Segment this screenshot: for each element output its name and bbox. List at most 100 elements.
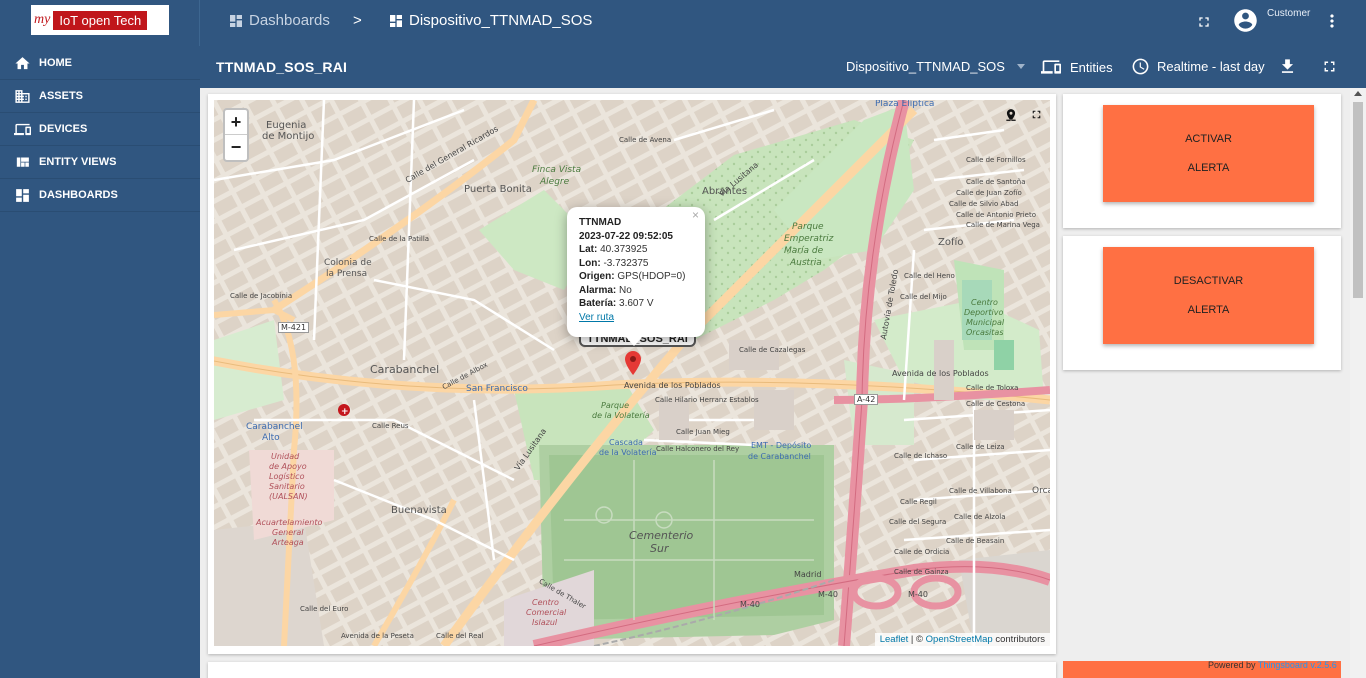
map-label: Avenida de la Peseta <box>341 632 414 640</box>
map-label: Calle de Antonio Prieto <box>956 211 1036 219</box>
map-label: M-421 <box>278 322 310 333</box>
scroll-thumb[interactable] <box>1353 102 1363 298</box>
map-label: Eugenia <box>266 120 307 131</box>
devices-icon <box>1041 60 1061 74</box>
map-label: Calle de Santoña <box>966 178 1026 186</box>
map-attribution: Leaflet | © OpenStreetMap contributors <box>874 633 1050 646</box>
activate-alert-button[interactable]: ACTIVAR ALERTA <box>1103 105 1314 202</box>
popup-close-button[interactable]: × <box>692 208 699 223</box>
chevron-down-icon <box>1016 64 1025 69</box>
breadcrumb-label: Dispositivo_TTNMAD_SOS <box>409 12 593 29</box>
map-label: San Francisco <box>466 384 528 394</box>
location-pin-icon[interactable] <box>1004 108 1018 122</box>
logo-tag: IoT open Tech <box>53 10 148 30</box>
popup-route-link[interactable]: Ver ruta <box>579 312 614 323</box>
map-label: M-40 <box>908 590 928 599</box>
map-label: de Carabanchel <box>748 452 811 461</box>
dashboard-icon <box>230 14 242 27</box>
map[interactable]: + Plaza Elíptica Eugenia de Montijo Puer… <box>214 100 1050 646</box>
map-label: M-40 <box>818 590 838 599</box>
fullscreen-icon[interactable] <box>1196 14 1212 30</box>
button-label: ALERTA <box>1187 162 1230 174</box>
logo-area: my IoT open Tech <box>0 0 200 46</box>
map-label: Calle de Ichaso <box>894 452 948 460</box>
scroll-up-arrow-icon[interactable] <box>1354 91 1362 96</box>
entity-alias-select[interactable]: Dispositivo_TTNMAD_SOS <box>846 59 1025 74</box>
zoom-in-button[interactable]: + <box>225 110 247 135</box>
timewindow-label: Realtime - last day <box>1157 59 1265 74</box>
map-label: Puerta Bonita <box>464 184 532 195</box>
map-label: Parque <box>792 222 824 232</box>
bottom-widget <box>208 662 1056 678</box>
user-role: Customer <box>1267 8 1311 19</box>
map-label: Emperatriz <box>784 234 834 244</box>
map-label: EMT - Depósito <box>751 441 812 450</box>
sidebar-item-home[interactable]: HOME <box>0 47 200 80</box>
popup-lon-value: -3.732375 <box>603 257 649 269</box>
map-label: Arteaga <box>272 538 304 547</box>
map-label: General <box>272 528 304 537</box>
map-label: Calle de Avena <box>619 136 672 144</box>
map-label: Calle de Jacobinia <box>230 292 293 300</box>
breadcrumb-current: Dispositivo_TTNMAD_SOS <box>388 12 592 29</box>
map-label: Municipal <box>966 318 1005 327</box>
popup-alarm-value: No <box>619 284 632 296</box>
map-label: Cementerio <box>629 529 694 542</box>
fullscreen-icon[interactable] <box>1030 108 1043 121</box>
map-label: Calle del Heno <box>904 272 955 280</box>
entities-button[interactable]: Entities <box>1041 57 1113 77</box>
logo-prefix: my <box>34 12 51 27</box>
fullscreen-icon[interactable] <box>1321 58 1338 75</box>
map-label: Centro <box>971 298 998 307</box>
account-circle-icon[interactable] <box>1232 7 1259 34</box>
breadcrumb-dashboards[interactable]: Dashboards <box>228 12 330 29</box>
map-label: Calle de Alzola <box>954 513 1006 521</box>
svg-text:+: + <box>341 407 349 417</box>
map-label: de Montijo <box>262 131 315 142</box>
map-label: Zofío <box>938 237 964 248</box>
popup-origin-value: GPS(HDOP=0) <box>617 271 686 282</box>
sidebar-item-label: DEVICES <box>39 123 88 135</box>
entities-label: Entities <box>1070 59 1113 75</box>
map-label: Orca <box>1032 486 1050 496</box>
scrollbar[interactable] <box>1350 88 1366 678</box>
dashboard-title: TTNMAD_SOS_RAI <box>216 59 348 75</box>
map-label: de la Volatería <box>592 411 650 420</box>
map-label: la Prensa <box>326 269 368 279</box>
map-label: María de <box>784 246 824 256</box>
thingsboard-link[interactable]: Thingsboard v.2.5.6 <box>1258 660 1337 670</box>
button-label: ACTIVAR <box>1185 133 1232 145</box>
popup-device-name: TTNMAD <box>579 217 622 228</box>
map-label: Unidad <box>271 452 300 461</box>
sidebar-item-entity-views[interactable]: ENTITY VIEWS <box>0 146 200 179</box>
map-label: Calle de Beasain <box>946 537 1005 545</box>
sidebar-item-devices[interactable]: DEVICES <box>0 113 200 146</box>
map-marker-icon[interactable] <box>625 351 641 375</box>
map-label: Carabanchel <box>370 363 440 376</box>
popup-alarm-label: Alarma: <box>579 284 617 296</box>
logo[interactable]: my IoT open Tech <box>31 5 169 35</box>
map-label: Avenida de los Poblados <box>892 369 989 378</box>
popup-timestamp: 2023-07-22 09:52:05 <box>579 230 673 242</box>
timewindow-button[interactable]: Realtime - last day <box>1131 57 1265 76</box>
map-label: Finca Vista <box>532 165 582 175</box>
sidebar-item-assets[interactable]: ASSETS <box>0 80 200 113</box>
map-label: Logístico <box>269 472 305 481</box>
powered-by: Powered by Thingsboard v.2.5.6 <box>1208 660 1337 670</box>
deactivate-alert-button[interactable]: DESACTIVAR ALERTA <box>1103 247 1314 344</box>
map-label: Plaza Elíptica <box>875 100 935 109</box>
osm-link[interactable]: OpenStreetMap <box>926 634 993 645</box>
breadcrumb-separator: > <box>353 12 362 29</box>
sidebar-menu: HOME ASSETS DEVICES ENTITY VIEWS DASHBOA… <box>0 47 200 212</box>
zoom-out-button[interactable]: − <box>225 135 247 160</box>
map-label: Calle de Toloxa <box>966 384 1019 392</box>
dashboard-content: + Plaza Elíptica Eugenia de Montijo Puer… <box>200 88 1350 678</box>
map-label: Calle de Villabona <box>949 487 1012 495</box>
download-icon[interactable] <box>1278 57 1297 76</box>
home-icon <box>15 56 30 69</box>
leaflet-link[interactable]: Leaflet <box>880 634 909 645</box>
map-label: Calle del Real <box>436 632 484 640</box>
more-vert-icon[interactable] <box>1322 11 1342 31</box>
sidebar-item-dashboards[interactable]: DASHBOARDS <box>0 179 200 212</box>
map-widget: + Plaza Elíptica Eugenia de Montijo Puer… <box>208 94 1056 654</box>
